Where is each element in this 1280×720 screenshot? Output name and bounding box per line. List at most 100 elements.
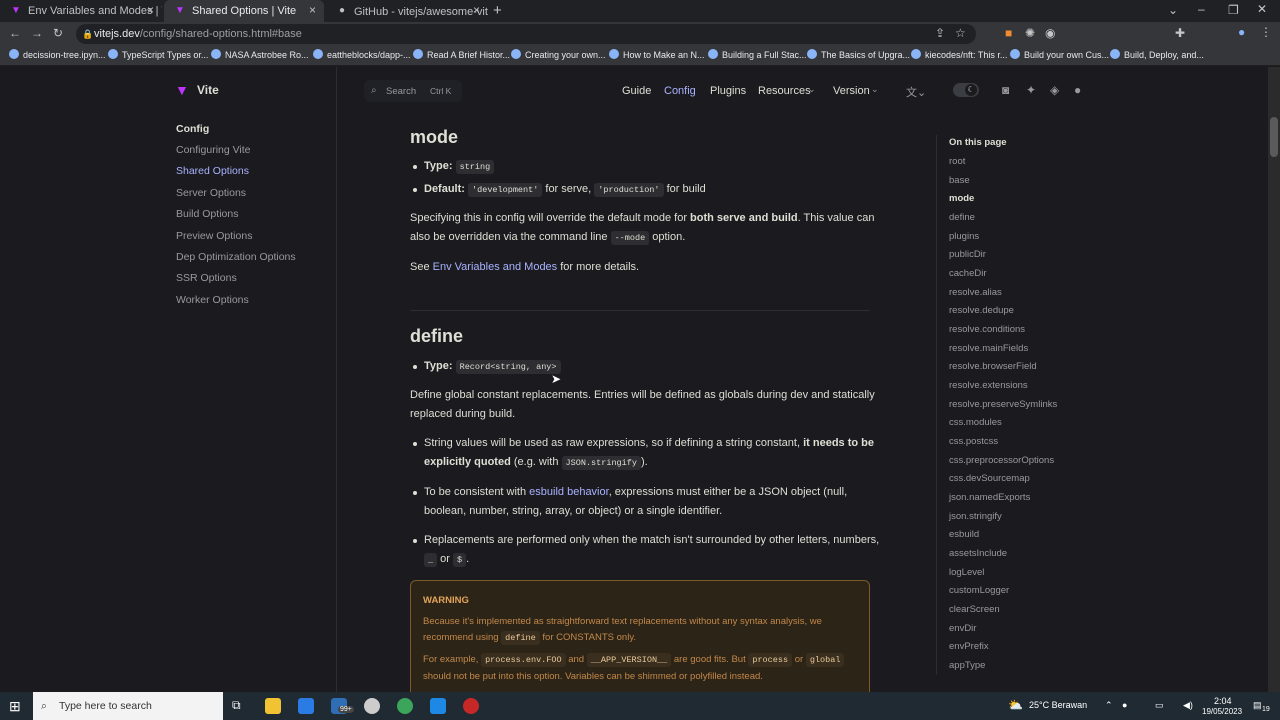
toc-item-clearscreen[interactable]: clearScreen: [949, 604, 1000, 615]
nav-guide[interactable]: Guide: [622, 85, 651, 97]
toc-item-css-devsourcemap[interactable]: css.devSourcemap: [949, 473, 1030, 484]
mastodon-icon[interactable]: ◙: [1002, 83, 1009, 97]
vscode-icon[interactable]: [430, 698, 446, 714]
toc-item-apptype[interactable]: appType: [949, 660, 985, 671]
tray-chevron-icon[interactable]: ⌃: [1105, 700, 1113, 711]
toc-item-resolve-browserfield[interactable]: resolve.browserField: [949, 361, 1037, 372]
toc-item-plugins[interactable]: plugins: [949, 231, 979, 242]
volume-icon[interactable]: ◀): [1183, 700, 1193, 711]
notifications-icon[interactable]: ▤: [1253, 700, 1262, 711]
bookmark-item[interactable]: Creating your own...: [511, 49, 606, 60]
bookmark-item[interactable]: kiecodes/nft: This r...: [911, 49, 1007, 60]
restore-icon[interactable]: ❐: [1228, 3, 1239, 17]
tab-shared-options[interactable]: ▼ Shared Options | Vite ×: [164, 0, 324, 22]
toc-item-define[interactable]: define: [949, 212, 975, 223]
sidebar-item-ssr-options[interactable]: SSR Options: [176, 272, 237, 284]
task-view-icon[interactable]: ⧉: [232, 698, 248, 714]
sidebar-item-build-options[interactable]: Build Options: [176, 208, 238, 220]
bookmark-item[interactable]: eattheblocks/dapp-...: [313, 49, 411, 60]
toc-item-loglevel[interactable]: logLevel: [949, 567, 984, 578]
toc-item-resolve-alias[interactable]: resolve.alias: [949, 287, 1002, 298]
windows-start-icon[interactable]: ⊞: [9, 698, 21, 715]
extension-icon[interactable]: ■: [1005, 26, 1012, 40]
back-icon[interactable]: ←: [9, 26, 21, 40]
toc-item-envdir[interactable]: envDir: [949, 623, 976, 634]
language-icon[interactable]: 文⌄: [906, 84, 926, 100]
toc-item-json-namedexports[interactable]: json.namedExports: [949, 492, 1030, 503]
toc-item-esbuild[interactable]: esbuild: [949, 529, 979, 540]
bookmark-item[interactable]: NASA Astrobee Ro...: [211, 49, 309, 60]
esbuild-behavior-link[interactable]: esbuild behavior: [529, 486, 609, 498]
toc-item-customlogger[interactable]: customLogger: [949, 585, 1009, 596]
discord-icon[interactable]: ◈: [1050, 83, 1059, 97]
close-tab-icon[interactable]: ×: [473, 3, 480, 17]
toc-item-json-stringify[interactable]: json.stringify: [949, 511, 1002, 522]
minimize-icon[interactable]: –: [1198, 2, 1205, 16]
new-tab-icon[interactable]: +: [493, 2, 502, 19]
network-icon[interactable]: ▭: [1155, 700, 1164, 711]
sidebar-item-server-options[interactable]: Server Options: [176, 187, 246, 199]
toc-item-css-preprocessoroptions[interactable]: css.preprocessorOptions: [949, 455, 1054, 466]
close-tab-icon[interactable]: ×: [309, 3, 316, 17]
toc-item-assetsinclude[interactable]: assetsInclude: [949, 548, 1007, 559]
nav-config[interactable]: Config: [664, 85, 696, 97]
toc-item-css-modules[interactable]: css.modules: [949, 417, 1002, 428]
reload-icon[interactable]: ↻: [53, 26, 63, 40]
file-explorer-icon[interactable]: [265, 698, 281, 714]
bookmark-star-icon[interactable]: ☆: [955, 26, 966, 40]
extensions-puzzle-icon[interactable]: ✚: [1175, 26, 1185, 40]
toc-item-css-postcss[interactable]: css.postcss: [949, 436, 998, 447]
extension-icon[interactable]: ◉: [1045, 26, 1055, 40]
chrome-icon[interactable]: [397, 698, 413, 714]
weather-text[interactable]: 25°C Berawan: [1029, 700, 1087, 710]
profile-avatar-icon[interactable]: ●: [1238, 25, 1245, 39]
toc-item-mode[interactable]: mode: [949, 193, 974, 204]
toc-item-cachedir[interactable]: cacheDir: [949, 268, 987, 279]
bookmark-item[interactable]: TypeScript Types or...: [108, 49, 208, 60]
github-icon[interactable]: ●: [1074, 83, 1081, 97]
taskbar-search[interactable]: ⌕ Type here to search: [33, 692, 223, 720]
clock-date[interactable]: 19/05/2023: [1202, 707, 1242, 716]
bookmark-item[interactable]: Build, Deploy, and...: [1110, 49, 1204, 60]
scrollbar-thumb[interactable]: [1270, 117, 1278, 157]
site-title[interactable]: Vite: [197, 83, 219, 97]
tab-env-variables[interactable]: ▼ Env Variables and Modes | Vite×: [0, 0, 162, 22]
bookmark-item[interactable]: decission-tree.ipyn...: [9, 49, 106, 60]
extension-icon[interactable]: ✺: [1025, 26, 1035, 40]
sidebar-item-shared-options[interactable]: Shared Options: [176, 165, 249, 177]
share-icon[interactable]: ⇪: [935, 26, 945, 40]
scrollbar[interactable]: [1268, 67, 1280, 692]
bookmark-item[interactable]: Read A Brief Histor...: [413, 49, 510, 60]
nav-resources[interactable]: Resources: [758, 85, 811, 97]
sidebar-item-configuring-vite[interactable]: Configuring Vite: [176, 144, 251, 156]
bookmark-item[interactable]: Building a Full Stac...: [708, 49, 807, 60]
toc-item-resolve-extensions[interactable]: resolve.extensions: [949, 380, 1028, 391]
toc-item-resolve-dedupe[interactable]: resolve.dedupe: [949, 305, 1014, 316]
bookmark-item[interactable]: Build your own Cus...: [1010, 49, 1109, 60]
twitter-icon[interactable]: ✦: [1026, 83, 1036, 97]
clock-time[interactable]: 2:04: [1214, 696, 1232, 706]
toc-item-root[interactable]: root: [949, 156, 965, 167]
toc-item-resolve-conditions[interactable]: resolve.conditions: [949, 324, 1025, 335]
microphone-icon[interactable]: ●: [1122, 700, 1127, 710]
address-bar[interactable]: 🔒 vitejs.dev/config/shared-options.html#b…: [76, 24, 976, 44]
tab-github[interactable]: ● GitHub - vitejs/awesome-vite: ⚡×: [326, 0, 488, 22]
tab-search-icon[interactable]: ⌄: [1168, 3, 1178, 17]
forward-icon[interactable]: →: [31, 26, 43, 40]
menu-icon[interactable]: ⋮: [1260, 25, 1272, 39]
sidebar-item-dep-optimization-options[interactable]: Dep Optimization Options: [176, 251, 296, 263]
env-variables-link[interactable]: Env Variables and Modes: [433, 261, 558, 273]
nav-version[interactable]: Version: [833, 85, 870, 97]
bookmark-item[interactable]: How to Make an N...: [609, 49, 705, 60]
nav-plugins[interactable]: Plugins: [710, 85, 746, 97]
close-tab-icon[interactable]: ×: [147, 3, 154, 17]
toc-item-envprefix[interactable]: envPrefix: [949, 641, 989, 652]
toc-item-base[interactable]: base: [949, 175, 970, 186]
toc-item-publicdir[interactable]: publicDir: [949, 249, 986, 260]
toc-item-resolve-mainfields[interactable]: resolve.mainFields: [949, 343, 1028, 354]
app-icon[interactable]: [463, 698, 479, 714]
sidebar-item-preview-options[interactable]: Preview Options: [176, 230, 252, 242]
bookmark-item[interactable]: The Basics of Upgra...: [807, 49, 910, 60]
store-icon[interactable]: [298, 698, 314, 714]
toc-item-resolve-preservesymlinks[interactable]: resolve.preserveSymlinks: [949, 399, 1057, 410]
